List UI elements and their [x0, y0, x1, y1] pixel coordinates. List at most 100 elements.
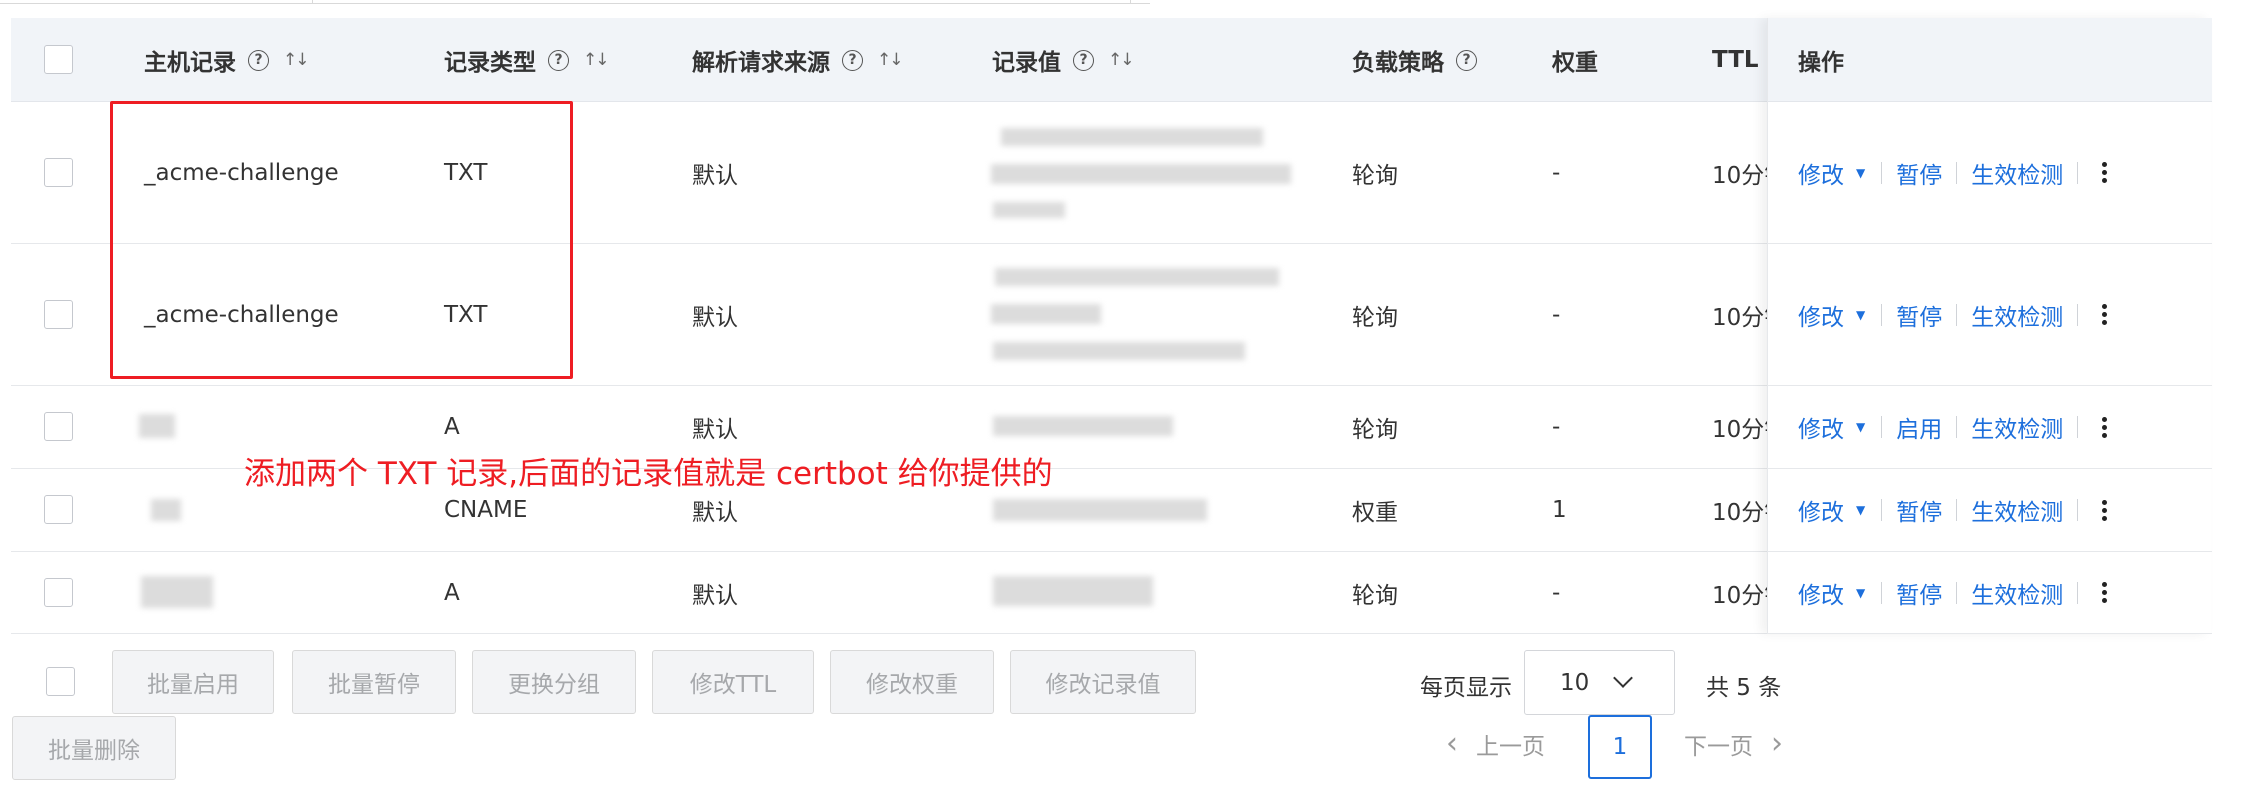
check-link[interactable]: 生效检测	[1971, 298, 2063, 332]
redacted-host	[151, 499, 181, 521]
chevron-left-icon: ‹	[1446, 726, 1458, 761]
check-link[interactable]: 生效检测	[1971, 156, 2063, 190]
row-checkbox[interactable]	[44, 578, 73, 607]
edit-link[interactable]: 修改	[1798, 493, 1844, 527]
more-icon[interactable]	[2098, 413, 2110, 441]
next-page-label: 下一页	[1684, 733, 1753, 760]
col-weight: 权重	[1552, 18, 1598, 102]
row-checkbox[interactable]	[44, 412, 73, 441]
more-icon[interactable]	[2098, 301, 2110, 329]
check-link[interactable]: 生效检测	[1971, 576, 2063, 610]
divider	[1881, 161, 1883, 184]
annotation-text: 添加两个 TXT 记录,后面的记录值就是 certbot 给你提供的	[244, 456, 1053, 492]
sort-icon[interactable]: ↑↓	[583, 50, 609, 70]
divider	[1956, 303, 1958, 326]
pause-link[interactable]: 暂停	[1896, 298, 1942, 332]
caret-down-icon[interactable]: ▼	[1856, 166, 1865, 180]
footer-select-all-checkbox[interactable]	[46, 667, 75, 696]
weight-cell: -	[1552, 414, 1561, 440]
help-icon[interactable]: ?	[248, 49, 269, 71]
chevron-down-icon	[1613, 668, 1633, 688]
batch-pause-button[interactable]: 批量暂停	[292, 650, 456, 714]
caret-down-icon[interactable]: ▼	[1856, 503, 1865, 517]
row-actions: 修改 ▼ 暂停 生效检测	[1768, 552, 2212, 634]
page-1-button[interactable]: 1	[1588, 715, 1652, 779]
pause-link[interactable]: 暂停	[1896, 493, 1942, 527]
caret-down-icon[interactable]: ▼	[1856, 420, 1865, 434]
redacted-host	[139, 414, 175, 438]
redacted-value	[993, 499, 1207, 521]
prev-page-label: 上一页	[1476, 733, 1545, 760]
per-page-label: 每页显示	[1420, 675, 1512, 701]
col-policy: 负载策略?	[1352, 18, 1477, 102]
help-icon[interactable]: ?	[548, 49, 569, 71]
enable-link[interactable]: 启用	[1896, 410, 1942, 444]
edit-value-button[interactable]: 修改记录值	[1010, 650, 1196, 714]
divider	[2077, 303, 2079, 326]
redacted-value	[993, 576, 1153, 606]
edit-ttl-button[interactable]: 修改TTL	[652, 650, 814, 714]
edit-link[interactable]: 修改	[1798, 156, 1844, 190]
per-page-value: 10	[1560, 669, 1590, 696]
change-group-button[interactable]: 更换分组	[472, 650, 636, 714]
more-icon[interactable]	[2098, 159, 2110, 187]
col-source-label: 解析请求来源	[692, 50, 830, 76]
divider	[2077, 416, 2079, 438]
col-policy-label: 负载策略	[1352, 50, 1444, 76]
col-type[interactable]: 记录类型? ↑↓	[444, 18, 609, 102]
more-icon[interactable]	[2098, 579, 2110, 607]
divider	[1881, 581, 1883, 604]
col-value[interactable]: 记录值? ↑↓	[992, 18, 1134, 102]
row-checkbox[interactable]	[44, 495, 73, 524]
pause-link[interactable]: 暂停	[1896, 156, 1942, 190]
highlight-box	[110, 101, 573, 379]
edit-weight-button[interactable]: 修改权重	[830, 650, 994, 714]
check-link[interactable]: 生效检测	[1971, 410, 2063, 444]
batch-delete-button[interactable]: 批量删除	[12, 716, 176, 780]
col-host-label: 主机记录	[144, 50, 236, 76]
help-icon[interactable]: ?	[1456, 49, 1477, 71]
policy-cell: 权重	[1352, 500, 1398, 526]
weight-cell: -	[1552, 301, 1561, 328]
edit-link[interactable]: 修改	[1798, 410, 1844, 444]
col-source[interactable]: 解析请求来源? ↑↓	[692, 18, 903, 102]
filter-bar-edge	[0, 0, 1150, 4]
policy-cell: 轮询	[1352, 582, 1398, 609]
help-icon[interactable]: ?	[1073, 49, 1094, 71]
redacted-host	[141, 576, 213, 608]
policy-cell: 轮询	[1352, 417, 1398, 443]
caret-down-icon[interactable]: ▼	[1856, 308, 1865, 322]
more-icon[interactable]	[2098, 496, 2110, 524]
redacted-value	[1001, 128, 1263, 146]
weight-cell: -	[1552, 579, 1561, 606]
pause-link[interactable]: 暂停	[1896, 576, 1942, 610]
divider	[1956, 416, 1958, 438]
sort-icon[interactable]: ↑↓	[283, 50, 309, 70]
per-page-select[interactable]: 10	[1524, 650, 1675, 715]
row-checkbox[interactable]	[44, 300, 73, 329]
sort-icon[interactable]: ↑↓	[1108, 50, 1134, 70]
edit-link[interactable]: 修改	[1798, 576, 1844, 610]
edit-link[interactable]: 修改	[1798, 298, 1844, 332]
select-all-checkbox[interactable]	[44, 45, 73, 74]
divider	[1956, 581, 1958, 604]
divider	[1881, 416, 1883, 438]
next-page-button[interactable]: 下一页 ›	[1684, 726, 1783, 761]
source-cell: 默认	[692, 304, 738, 331]
col-actions: 操作	[1768, 18, 2212, 102]
prev-page-button[interactable]: ‹ 上一页	[1446, 726, 1545, 761]
col-type-label: 记录类型	[444, 50, 536, 76]
sort-icon[interactable]: ↑↓	[877, 50, 903, 70]
divider	[1881, 303, 1883, 326]
batch-enable-button[interactable]: 批量启用	[112, 650, 274, 714]
help-icon[interactable]: ?	[842, 49, 863, 71]
divider	[2077, 499, 2079, 521]
col-host[interactable]: 主机记录? ↑↓	[144, 18, 309, 102]
row-actions: 修改 ▼ 暂停 生效检测	[1768, 102, 2212, 244]
divider	[2077, 581, 2079, 604]
policy-cell: 轮询	[1352, 304, 1398, 331]
row-checkbox[interactable]	[44, 158, 73, 187]
check-link[interactable]: 生效检测	[1971, 493, 2063, 527]
type-cell: A	[444, 579, 460, 606]
caret-down-icon[interactable]: ▼	[1856, 586, 1865, 600]
